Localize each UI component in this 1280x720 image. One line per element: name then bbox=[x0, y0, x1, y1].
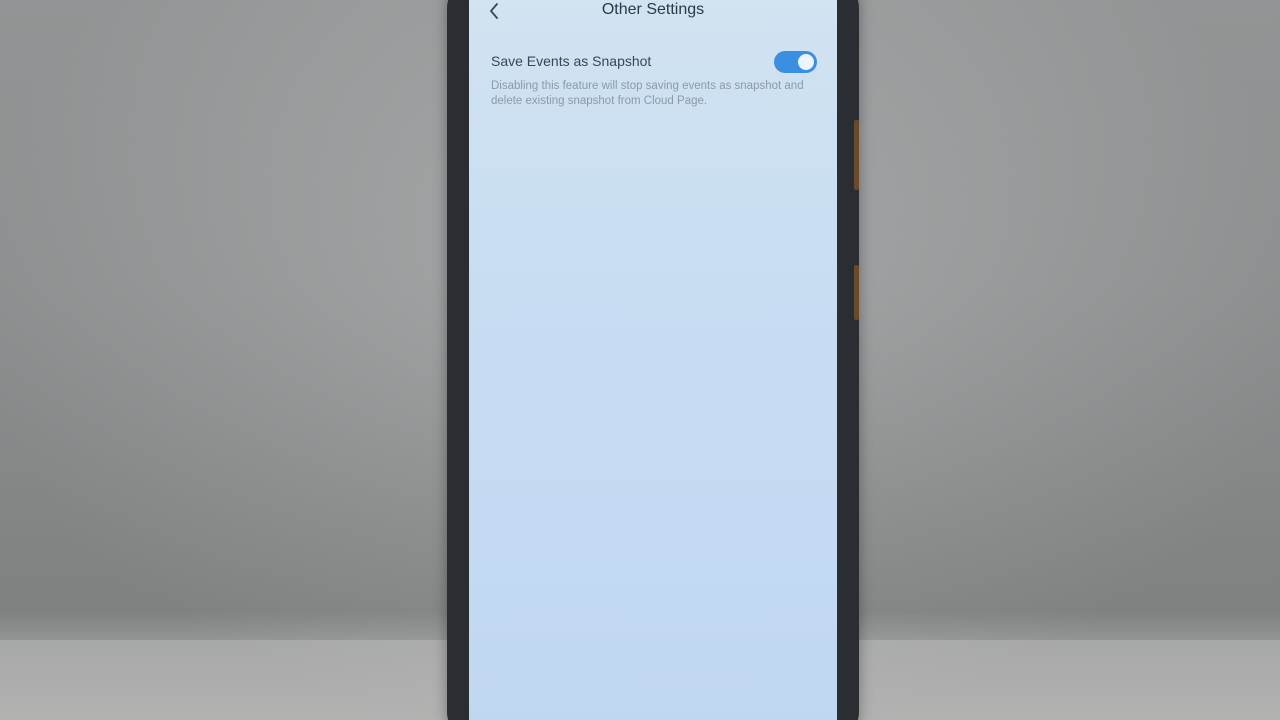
phone-side-button bbox=[854, 265, 859, 320]
toggle-knob bbox=[798, 54, 814, 70]
phone-screen: Other Settings Save Events as Snapshot D… bbox=[469, 0, 837, 720]
setting-description: Disabling this feature will stop saving … bbox=[491, 80, 804, 107]
app-header: Other Settings bbox=[469, 0, 837, 40]
save-snapshot-toggle[interactable] bbox=[774, 51, 817, 73]
page-title: Other Settings bbox=[601, 1, 705, 18]
setting-label: Save Events as Snapshot bbox=[491, 53, 652, 69]
phone-side-button bbox=[854, 120, 859, 190]
